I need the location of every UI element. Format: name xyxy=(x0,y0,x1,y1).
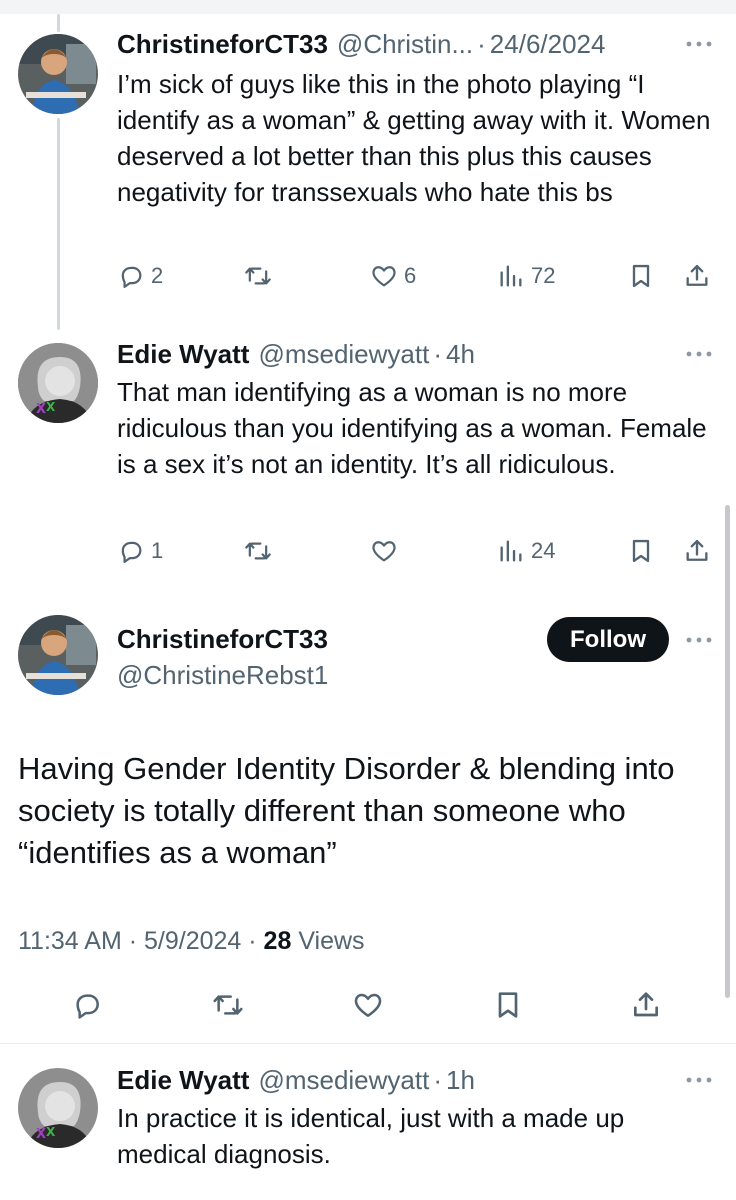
retweet-icon xyxy=(245,267,271,285)
reply-button[interactable]: 1 xyxy=(117,531,163,571)
divider xyxy=(0,1043,736,1044)
svg-text:X: X xyxy=(46,400,56,414)
views-label: Views xyxy=(298,927,365,955)
main-tweet-text: Having Gender Identity Disorder & blendi… xyxy=(18,751,675,870)
svg-text:X: X xyxy=(46,1125,56,1139)
tweet-metadata: 11:34 AM · 5/9/2024 · 28 Views xyxy=(18,924,365,958)
reply-button[interactable]: 2 xyxy=(117,256,163,296)
retweet-button[interactable] xyxy=(244,531,278,571)
reply-icon xyxy=(76,994,99,1019)
avatar[interactable] xyxy=(18,34,98,114)
tweet-actions: 1 24 xyxy=(117,531,717,571)
separator-dot: · xyxy=(121,927,144,955)
separator-dot: · xyxy=(241,927,264,955)
views-button[interactable]: 24 xyxy=(497,531,555,571)
share-icon xyxy=(686,264,708,286)
like-button[interactable]: 6 xyxy=(370,256,416,296)
bookmark-icon xyxy=(632,264,650,288)
svg-text:X: X xyxy=(36,402,46,417)
thread-line-top xyxy=(57,14,60,32)
retweet-icon xyxy=(245,542,271,560)
share-icon xyxy=(634,992,658,1017)
author-name[interactable]: ChristineforCT33 xyxy=(117,622,328,656)
share-button[interactable] xyxy=(683,256,711,296)
reply-icon xyxy=(121,266,142,288)
views-icon xyxy=(500,540,522,562)
share-button[interactable] xyxy=(630,985,662,1025)
more-icon[interactable] xyxy=(684,630,714,650)
heart-icon xyxy=(372,266,396,287)
views-count: 24 xyxy=(531,538,556,563)
author-handle[interactable]: @msediewyatt xyxy=(258,337,429,371)
reply-count: 1 xyxy=(151,538,164,563)
heart-icon xyxy=(354,993,382,1017)
tweet-text: I’m sick of guys like this in the photo … xyxy=(117,69,711,207)
follow-button[interactable]: Follow xyxy=(547,617,669,662)
more-icon[interactable] xyxy=(684,1070,714,1090)
more-icon[interactable] xyxy=(684,344,714,364)
svg-text:X: X xyxy=(36,1127,46,1142)
more-icon[interactable] xyxy=(684,34,714,54)
reply-button[interactable] xyxy=(71,985,103,1025)
like-button[interactable] xyxy=(370,531,404,571)
tweet-date[interactable]: 5/9/2024 xyxy=(144,927,241,955)
views-button[interactable]: 72 xyxy=(497,256,555,296)
author-name[interactable]: Edie Wyatt xyxy=(117,1063,249,1097)
views-count: 28 xyxy=(263,927,292,955)
like-count: 6 xyxy=(404,263,417,288)
retweet-icon xyxy=(213,995,243,1015)
thread-line xyxy=(57,118,60,330)
avatar[interactable]: X X xyxy=(18,1068,98,1148)
share-icon xyxy=(686,539,708,561)
reply-icon xyxy=(121,541,142,563)
retweet-button[interactable] xyxy=(244,256,278,296)
share-button[interactable] xyxy=(683,531,711,571)
tweet-time[interactable]: 4h xyxy=(446,337,475,371)
tweet-time[interactable]: 1h xyxy=(446,1063,475,1097)
author-handle[interactable]: @Christin... xyxy=(337,27,473,61)
reply-count: 2 xyxy=(151,263,164,288)
heart-icon xyxy=(372,541,396,562)
author-handle[interactable]: @msediewyatt xyxy=(258,1063,429,1097)
bookmark-button[interactable] xyxy=(627,531,655,571)
tweet-header: Edie Wyatt @msediewyatt · 4h xyxy=(117,337,475,371)
separator-dot: · xyxy=(433,339,443,369)
retweet-button[interactable] xyxy=(212,985,244,1025)
author-name[interactable]: Edie Wyatt xyxy=(117,337,249,371)
tweet-time[interactable]: 11:34 AM xyxy=(18,927,122,955)
main-tweet-actions xyxy=(0,985,736,1027)
bookmark-icon xyxy=(632,539,650,563)
tweet-text: In practice it is identical, just with a… xyxy=(117,1103,625,1169)
avatar[interactable]: X X xyxy=(18,343,98,423)
tweet-actions: 2 6 72 xyxy=(117,256,717,296)
views-count: 72 xyxy=(531,263,556,288)
like-button[interactable] xyxy=(352,985,384,1025)
top-edge xyxy=(0,0,736,14)
author-handle[interactable]: @ChristineRebst1 xyxy=(117,658,328,692)
bookmark-button[interactable] xyxy=(492,985,524,1025)
bookmark-button[interactable] xyxy=(627,256,655,296)
tweet-time[interactable]: 24/6/2024 xyxy=(490,27,606,61)
tweet-text: That man identifying as a woman is no mo… xyxy=(117,377,707,479)
separator-dot: · xyxy=(477,29,486,59)
avatar[interactable] xyxy=(18,615,98,695)
separator-dot: · xyxy=(433,1065,443,1095)
tweet-header: ChristineforCT33 @Christin... · 24/6/202… xyxy=(117,27,605,61)
tweet-header: Edie Wyatt @msediewyatt · 1h xyxy=(117,1063,475,1097)
views-icon xyxy=(500,265,522,287)
author-name[interactable]: ChristineforCT33 xyxy=(117,27,328,61)
scrollbar[interactable] xyxy=(725,505,730,998)
bookmark-icon xyxy=(498,992,518,1018)
